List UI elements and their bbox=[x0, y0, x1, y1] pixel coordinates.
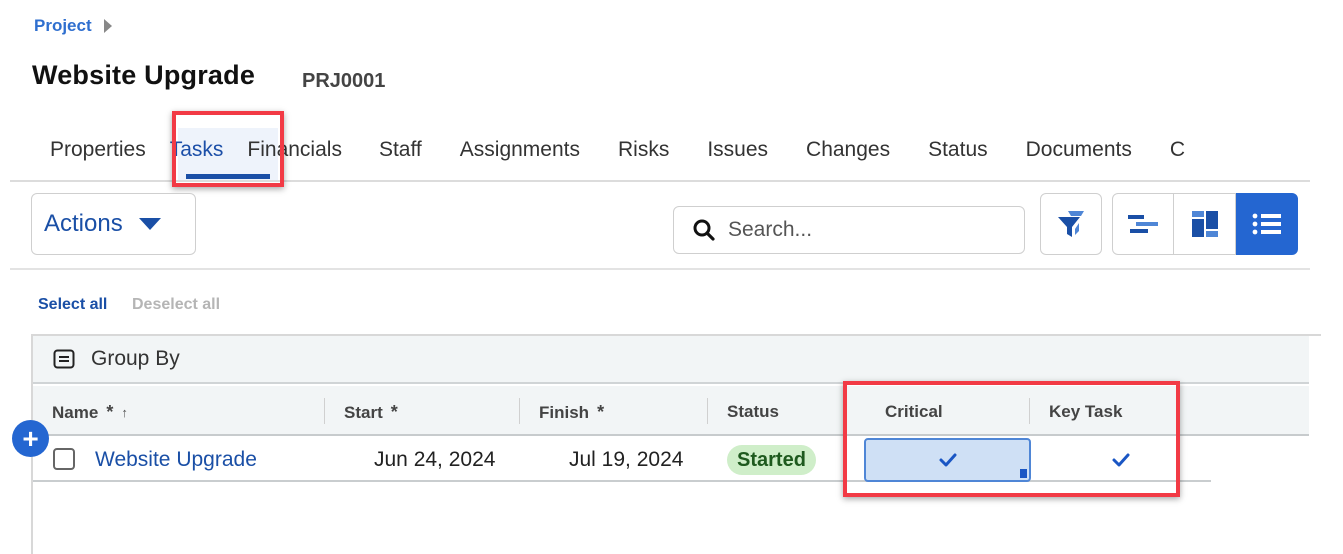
tab-assignments[interactable]: Assignments bbox=[460, 138, 618, 162]
project-id: PRJ0001 bbox=[302, 70, 386, 92]
breadcrumb: Project bbox=[34, 16, 112, 36]
breadcrumb-arrow-icon bbox=[103, 19, 112, 33]
search-input[interactable] bbox=[726, 217, 1010, 243]
list-view-icon bbox=[1252, 213, 1281, 235]
select-all-link[interactable]: Select all bbox=[38, 296, 107, 314]
tab-overflow[interactable]: C bbox=[1170, 138, 1203, 162]
search-box[interactable] bbox=[673, 206, 1025, 254]
gantt-view-icon bbox=[1128, 215, 1158, 233]
required-star-icon: * bbox=[106, 402, 114, 422]
caret-down-icon bbox=[138, 218, 161, 230]
column-separator[interactable] bbox=[707, 398, 708, 424]
highlight-box-critical-keytask bbox=[843, 381, 1180, 497]
list-view-button[interactable] bbox=[1236, 193, 1298, 255]
tab-issues[interactable]: Issues bbox=[707, 138, 806, 162]
actions-label: Actions bbox=[44, 210, 123, 237]
breadcrumb-project-link[interactable]: Project bbox=[34, 16, 92, 36]
required-star-icon: * bbox=[597, 402, 605, 422]
group-by-label: Group By bbox=[91, 347, 180, 370]
column-header-name[interactable]: Name * ↑ bbox=[52, 402, 128, 423]
view-switcher bbox=[1112, 193, 1298, 255]
task-name-link[interactable]: Website Upgrade bbox=[95, 448, 257, 472]
required-star-icon: * bbox=[390, 402, 398, 422]
board-view-icon bbox=[1191, 211, 1218, 237]
page-title: Website Upgrade bbox=[32, 60, 256, 90]
group-by-bar[interactable]: Group By bbox=[33, 336, 1309, 384]
filter-icon bbox=[1058, 211, 1084, 237]
tab-changes[interactable]: Changes bbox=[806, 138, 928, 162]
search-icon bbox=[693, 219, 715, 241]
column-separator[interactable] bbox=[324, 398, 325, 424]
sort-ascending-icon[interactable]: ↑ bbox=[121, 405, 128, 420]
status-badge: Started bbox=[727, 445, 816, 475]
column-separator[interactable] bbox=[519, 398, 520, 424]
column-header-finish-label: Finish bbox=[539, 402, 590, 422]
column-header-start-label: Start bbox=[344, 402, 383, 422]
board-view-button[interactable] bbox=[1174, 193, 1236, 255]
row-checkbox[interactable] bbox=[53, 448, 75, 470]
tab-risks[interactable]: Risks bbox=[618, 138, 707, 162]
deselect-all-link[interactable]: Deselect all bbox=[132, 296, 220, 314]
gantt-view-button[interactable] bbox=[1112, 193, 1174, 255]
finish-date-cell[interactable]: Jul 19, 2024 bbox=[569, 448, 683, 472]
tab-properties[interactable]: Properties bbox=[50, 138, 164, 162]
actions-dropdown-button[interactable]: Actions bbox=[31, 193, 196, 255]
start-date-cell[interactable]: Jun 24, 2024 bbox=[374, 448, 495, 472]
filter-button[interactable] bbox=[1040, 193, 1102, 255]
column-header-start[interactable]: Start * bbox=[344, 402, 398, 423]
add-task-button[interactable]: + bbox=[12, 420, 49, 457]
column-header-name-label: Name bbox=[52, 402, 99, 422]
tab-documents[interactable]: Documents bbox=[1026, 138, 1170, 162]
toolbar-divider bbox=[10, 268, 1310, 270]
tab-status[interactable]: Status bbox=[928, 138, 1026, 162]
highlight-box-tasks-tab bbox=[172, 111, 284, 187]
tab-staff[interactable]: Staff bbox=[379, 138, 460, 162]
group-by-icon bbox=[53, 349, 75, 369]
column-header-finish[interactable]: Finish * bbox=[539, 402, 604, 423]
column-header-status[interactable]: Status bbox=[727, 402, 779, 422]
